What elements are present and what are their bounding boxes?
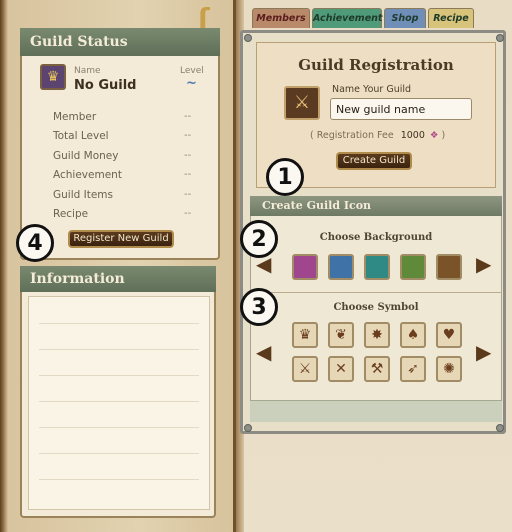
stat-value-achievement: --: [184, 169, 192, 180]
gem-icon: ❖: [429, 130, 439, 141]
name-label: Name: [74, 66, 101, 76]
choose-background-label: Choose Background: [319, 232, 433, 243]
rivet: [244, 424, 252, 432]
tab-members[interactable]: Members: [252, 8, 310, 28]
symbol-prev-arrow-icon[interactable]: ◀: [256, 340, 271, 364]
stat-label-achievement: Achievement: [53, 169, 122, 181]
tab-recipe[interactable]: Recipe: [428, 8, 474, 28]
guild-name-input[interactable]: [330, 98, 472, 120]
background-next-arrow-icon[interactable]: ▶: [476, 252, 491, 276]
fee-amount: 1000: [400, 130, 425, 141]
fee-prefix: ( Registration Fee: [310, 130, 394, 141]
registration-fee: ( Registration Fee 1000 ❖ ): [310, 130, 445, 141]
guild-status-title: Guild Status: [20, 28, 220, 56]
stat-value-guild-items: --: [184, 189, 192, 200]
symbol-next-arrow-icon[interactable]: ▶: [476, 340, 491, 364]
annotation-1: 1: [266, 158, 304, 196]
guild-name: No Guild: [74, 78, 137, 93]
symbol-spear-icon[interactable]: ➶: [400, 356, 426, 382]
symbol-crossed-swords-icon[interactable]: ⚔: [292, 356, 318, 382]
guild-emblem-icon: ♛: [40, 64, 66, 90]
tab-shop[interactable]: Shop: [384, 8, 426, 28]
icon-panel-footer: [250, 400, 502, 422]
create-guild-icon-title: Create Guild Icon: [250, 196, 502, 216]
rivet: [496, 34, 504, 42]
rivet: [496, 424, 504, 432]
guild-status-panel: [20, 28, 220, 260]
stat-label-guild-money: Guild Money: [53, 150, 119, 162]
symbol-sun-icon[interactable]: ✺: [436, 356, 462, 382]
annotation-4: 4: [16, 224, 54, 262]
stat-value-recipe: --: [184, 208, 192, 219]
name-your-guild-label: Name Your Guild: [332, 84, 412, 95]
symbol-star-icon[interactable]: ✸: [364, 322, 390, 348]
rivet: [244, 34, 252, 42]
guild-registration-title: Guild Registration: [298, 56, 454, 74]
symbol-crossed-blades-icon[interactable]: ✕: [328, 356, 354, 382]
guild-level: ~: [186, 76, 197, 91]
stat-value-guild-money: --: [184, 150, 192, 161]
background-swatch-brown[interactable]: [436, 254, 462, 280]
background-swatch-teal[interactable]: [364, 254, 390, 280]
symbol-heart-icon[interactable]: ♥: [436, 322, 462, 348]
information-title: Information: [20, 266, 216, 292]
stat-value-member: --: [184, 111, 192, 122]
register-new-guild-button[interactable]: Register New Guild: [68, 230, 174, 248]
section-divider: [250, 292, 502, 293]
background-swatch-blue[interactable]: [328, 254, 354, 280]
background-swatch-green[interactable]: [400, 254, 426, 280]
choose-symbol-label: Choose Symbol: [333, 302, 419, 313]
symbol-axe-icon[interactable]: ⚒: [364, 356, 390, 382]
stat-label-recipe: Recipe: [53, 208, 89, 220]
level-label: Level: [180, 66, 204, 76]
annotation-2: 2: [240, 220, 278, 258]
tab-achievement[interactable]: Achievement: [312, 8, 382, 28]
stat-label-guild-items: Guild Items: [53, 189, 114, 201]
symbol-spade-icon[interactable]: ♠: [400, 322, 426, 348]
crossed-swords-icon: ⚔: [284, 86, 320, 120]
symbol-wings-icon[interactable]: ❦: [328, 322, 354, 348]
fee-suffix: ): [441, 130, 446, 141]
symbol-crown-icon[interactable]: ♛: [292, 322, 318, 348]
create-guild-button[interactable]: Create Guild: [336, 152, 412, 170]
stat-label-total-level: Total Level: [53, 130, 109, 142]
stat-value-total-level: --: [184, 130, 192, 141]
background-swatch-purple[interactable]: [292, 254, 318, 280]
stat-label-member: Member: [53, 111, 97, 123]
annotation-3: 3: [240, 288, 278, 326]
information-body[interactable]: [28, 296, 210, 510]
